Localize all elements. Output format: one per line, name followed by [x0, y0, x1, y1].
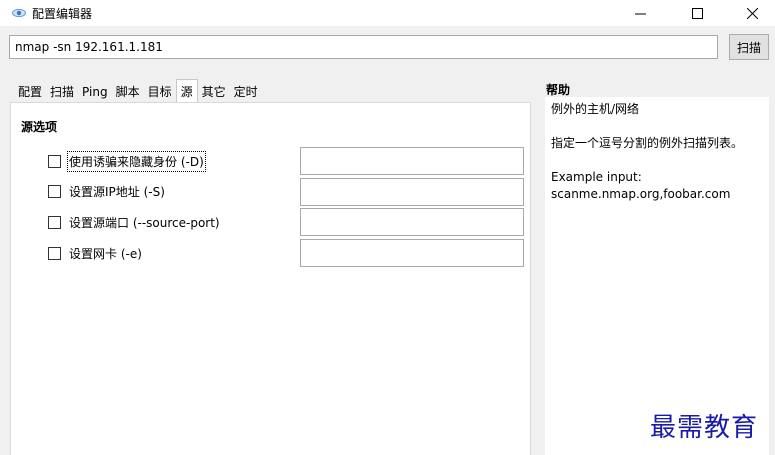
interface-label[interactable]: 设置网卡 (-e): [68, 244, 143, 263]
decoy-checkbox[interactable]: [48, 154, 61, 168]
tab-scan[interactable]: 扫描: [46, 81, 78, 103]
minimize-button[interactable]: [617, 0, 663, 26]
source-ip-input[interactable]: [300, 178, 524, 206]
eye-icon: [12, 8, 26, 18]
source-port-label[interactable]: 设置源端口 (--source-port): [68, 213, 221, 232]
option-decoy-row: 使用诱骗来隐藏身份 (-D): [48, 148, 206, 174]
scan-button[interactable]: 扫描: [729, 34, 769, 60]
help-example-label: Example input:: [551, 170, 642, 184]
option-interface-row: 设置网卡 (-e): [48, 240, 143, 266]
interface-input[interactable]: [300, 239, 524, 267]
close-icon: [746, 7, 758, 19]
help-example-value: scanme.nmap.org,foobar.com: [551, 187, 731, 201]
maximize-button[interactable]: [674, 0, 720, 26]
maximize-icon: [691, 7, 703, 19]
option-source-port-row: 设置源端口 (--source-port): [48, 209, 221, 235]
section-title: 源选项: [21, 120, 58, 134]
tab-bar: 配置 扫描 Ping 脚本 目标 源 其它 定时: [14, 79, 262, 103]
help-box: 例外的主机/网络 指定一个逗号分割的例外扫描列表。 Example input:…: [545, 97, 769, 455]
command-input[interactable]: [9, 35, 718, 59]
help-description: 指定一个逗号分割的例外扫描列表。: [551, 136, 744, 150]
tab-scripts[interactable]: 脚本: [112, 81, 144, 103]
window-title: 配置编辑器: [32, 7, 93, 21]
watermark: 最需教育: [650, 413, 759, 443]
tab-config[interactable]: 配置: [14, 81, 46, 103]
source-port-input[interactable]: [300, 208, 524, 236]
tab-source[interactable]: 源: [175, 79, 198, 103]
source-ip-label[interactable]: 设置源IP地址 (-S): [68, 182, 166, 201]
minimize-icon: [634, 13, 646, 14]
tab-timing[interactable]: 定时: [230, 81, 262, 103]
help-title: 帮助: [546, 83, 571, 97]
tab-target[interactable]: 目标: [144, 81, 176, 103]
source-port-checkbox[interactable]: [48, 215, 61, 229]
source-ip-checkbox[interactable]: [48, 184, 61, 198]
interface-checkbox[interactable]: [48, 246, 61, 260]
source-options-panel: 源选项 使用诱骗来隐藏身份 (-D) 设置源IP地址 (-S) 设置源端口 (-…: [10, 102, 531, 455]
decoy-label[interactable]: 使用诱骗来隐藏身份 (-D): [67, 150, 206, 172]
help-heading: 例外的主机/网络: [551, 102, 640, 116]
option-source-ip-row: 设置源IP地址 (-S): [48, 178, 166, 204]
close-button[interactable]: [729, 0, 775, 26]
tab-other[interactable]: 其它: [198, 81, 230, 103]
tab-ping[interactable]: Ping: [78, 81, 112, 103]
decoy-input[interactable]: [300, 147, 524, 175]
title-bar: 配置编辑器: [0, 0, 775, 26]
